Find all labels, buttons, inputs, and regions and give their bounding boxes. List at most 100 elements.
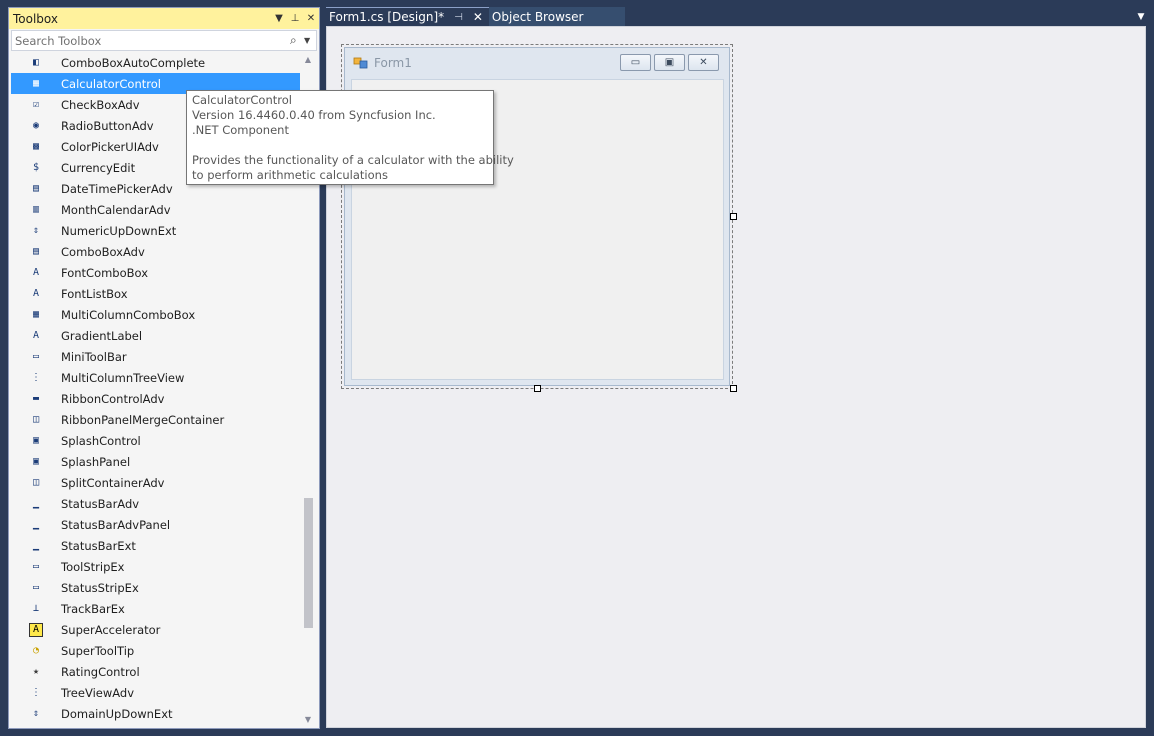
tooltip-type: .NET Component — [192, 123, 289, 137]
datetime-picker-icon: ▤ — [32, 183, 40, 194]
splash-panel-icon: ▣ — [32, 456, 40, 467]
toolbox-item-comboboxautocomplete[interactable]: ◧ ComboBoxAutoComplete — [11, 52, 300, 73]
toolbox-item-splashpanel[interactable]: ▣ SplashPanel — [11, 451, 300, 472]
toolbox-item-monthcalendaradv[interactable]: ▥ MonthCalendarAdv — [11, 199, 300, 220]
statusbar-panel-icon: ▁ — [32, 519, 40, 530]
toolbox-item-label: GradientLabel — [61, 328, 143, 343]
tab-label: Form1.cs [Design]* — [329, 10, 445, 24]
scrollbar-thumb[interactable] — [304, 498, 313, 628]
search-icon[interactable]: ⌕ — [290, 33, 304, 48]
toolbox-item-multicolumntreeview[interactable]: ⋮ MultiColumnTreeView — [11, 367, 300, 388]
treeview-icon: ⋮ — [31, 687, 41, 698]
radio-button-icon: ◉ — [32, 120, 40, 131]
toolbox-item-statusbarext[interactable]: ▁ StatusBarExt — [11, 535, 300, 556]
scroll-down-icon[interactable]: ▼ — [301, 712, 315, 728]
search-input[interactable] — [15, 33, 290, 48]
toolbox-item-label: ComboBoxAdv — [61, 244, 145, 259]
statusbar-ext-icon: ▁ — [32, 540, 40, 551]
toolbox-search: ⌕ ▼ — [11, 30, 317, 51]
toolbox-item-numericupdownext[interactable]: ⇕ NumericUpDownExt — [11, 220, 300, 241]
toolbox-item-label: MiniToolBar — [61, 349, 127, 364]
toolbox-item-label: SuperAccelerator — [61, 622, 161, 637]
toolbox-item-label: MonthCalendarAdv — [61, 202, 171, 217]
toolbox-item-minitoolbar[interactable]: ▭ MiniToolBar — [11, 346, 300, 367]
toolbox-item-trackbarex[interactable]: ⊥ TrackBarEx — [11, 598, 300, 619]
gradient-label-icon: A — [32, 330, 40, 341]
toolbox-item-multicolumncombobox[interactable]: ▦ MultiColumnComboBox — [11, 304, 300, 325]
calculator-icon: ▦ — [32, 78, 40, 89]
toolbox-item-ribbonpanelmergecontainer[interactable]: ◫ RibbonPanelMergeContainer — [11, 409, 300, 430]
star-icon: ★ — [32, 666, 40, 677]
toolbox-item-label: FontListBox — [61, 286, 128, 301]
toolbox-item-toolstripex[interactable]: ▭ ToolStripEx — [11, 556, 300, 577]
tooltip-version: Version 16.4460.0.40 from Syncfusion Inc… — [192, 108, 436, 122]
toolbox-item-domainupdownext[interactable]: ⇕ DomainUpDownExt — [11, 703, 300, 724]
toolbox-item-label: TreeViewAdv — [61, 685, 135, 700]
domain-updown-icon: ⇕ — [32, 708, 40, 719]
toolstrip-icon: ▭ — [32, 561, 40, 572]
tab-object-browser[interactable]: Object Browser — [488, 7, 626, 26]
tab-overflow-chevron-down-icon[interactable]: ▼ — [1132, 7, 1150, 26]
toolbox-item-label: ColorPickerUIAdv — [61, 139, 159, 154]
toolbox-item-label: RatingControl — [61, 664, 140, 679]
splash-control-icon: ▣ — [32, 435, 40, 446]
super-tooltip-icon: ◔ — [32, 645, 40, 656]
resize-handle-right[interactable] — [730, 213, 737, 220]
maximize-button[interactable]: ▣ — [654, 54, 685, 71]
toolbox-item-label: ComboBoxAutoComplete — [61, 55, 206, 70]
toolbox-item-supertooltip[interactable]: ◔ SuperToolTip — [11, 640, 300, 661]
toolbox-item-gradientlabel[interactable]: A GradientLabel — [11, 325, 300, 346]
combobox-autocomplete-icon: ◧ — [32, 57, 40, 68]
toolbox-item-label: SuperToolTip — [61, 643, 135, 658]
toolbox-item-label: StatusStripEx — [61, 580, 139, 595]
toolbox-item-label: ToolStripEx — [61, 559, 125, 574]
toolbox-item-statusstripex[interactable]: ▭ StatusStripEx — [11, 577, 300, 598]
toolbox-item-label: FontComboBox — [61, 265, 149, 280]
toolbox-item-superaccelerator[interactable]: A SuperAccelerator — [11, 619, 300, 640]
pin-icon[interactable]: ⊣ — [454, 12, 463, 23]
toolbox-item-splitcontaineradv[interactable]: ◫ SplitContainerAdv — [11, 472, 300, 493]
toolbox-item-label: SplashControl — [61, 433, 141, 448]
scroll-up-icon[interactable]: ▲ — [301, 52, 315, 68]
toolbox-title: Toolbox — [13, 11, 58, 26]
toolbox-item-splashcontrol[interactable]: ▣ SplashControl — [11, 430, 300, 451]
statusbar-icon: ▁ — [32, 498, 40, 509]
resize-handle-bottom[interactable] — [534, 385, 541, 392]
currency-icon: $ — [32, 162, 40, 173]
checkbox-icon: ☑ — [32, 99, 40, 110]
toolbox-item-label: MultiColumnComboBox — [61, 307, 196, 322]
form-title-bar[interactable]: Form1 ▭ ▣ ✕ — [345, 48, 729, 77]
toolbox-item-label: SplitContainerAdv — [61, 475, 165, 490]
toolbox-item-ribboncontroladv[interactable]: ▬ RibbonControlAdv — [11, 388, 300, 409]
close-button[interactable]: ✕ — [688, 54, 719, 71]
form-icon — [353, 57, 368, 68]
dropdown-icon[interactable]: ▼ — [271, 13, 287, 24]
close-icon[interactable]: ✕ — [473, 10, 483, 24]
month-calendar-icon: ▥ — [32, 204, 40, 215]
toolbox-item-ratingcontrol[interactable]: ★ RatingControl — [11, 661, 300, 682]
document-tabs: Form1.cs [Design]* ⊣ ✕ Object Browser ▼ — [326, 7, 1150, 26]
chevron-down-icon[interactable]: ▼ — [304, 36, 316, 45]
tooltip-description-line2: to perform arithmetic calculations — [192, 168, 388, 182]
numeric-updown-icon: ⇕ — [32, 225, 40, 236]
pin-icon[interactable]: ⊥ — [287, 13, 303, 24]
ribbon-panel-merge-icon: ◫ — [32, 414, 40, 425]
font-listbox-icon: A — [32, 288, 40, 299]
toolbox-item-statusbaradvpanel[interactable]: ▁ StatusBarAdvPanel — [11, 514, 300, 535]
toolbox-item-label: StatusBarAdv — [61, 496, 140, 511]
tooltip-title: CalculatorControl — [192, 93, 292, 107]
toolbox-item-label: MultiColumnTreeView — [61, 370, 185, 385]
toolbox-item-label: RadioButtonAdv — [61, 118, 154, 133]
toolbox-item-label: TrackBarEx — [61, 601, 125, 616]
super-accelerator-icon: A — [29, 622, 43, 637]
font-combobox-icon: A — [32, 267, 40, 278]
toolbox-item-statusbaradv[interactable]: ▁ StatusBarAdv — [11, 493, 300, 514]
toolbox-item-fontlistbox[interactable]: A FontListBox — [11, 283, 300, 304]
toolbox-item-fontcombobox[interactable]: A FontComboBox — [11, 262, 300, 283]
toolbox-item-comboboxadv[interactable]: ▤ ComboBoxAdv — [11, 241, 300, 262]
resize-handle-corner[interactable] — [730, 385, 737, 392]
tab-form1-design[interactable]: Form1.cs [Design]* ⊣ ✕ — [326, 7, 489, 26]
minimize-button[interactable]: ▭ — [620, 54, 651, 71]
toolbox-item-treeviewadv[interactable]: ⋮ TreeViewAdv — [11, 682, 300, 703]
close-icon[interactable]: ✕ — [303, 13, 319, 24]
